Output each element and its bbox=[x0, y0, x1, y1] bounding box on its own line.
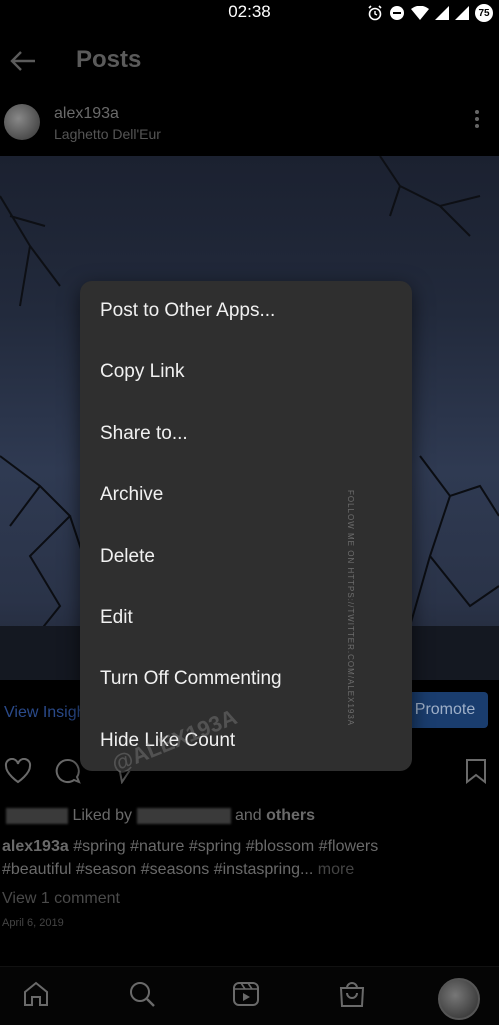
post-location[interactable]: Laghetto Dell'Eur bbox=[54, 126, 161, 142]
menu-turn-off-commenting[interactable]: Turn Off Commenting bbox=[100, 659, 400, 699]
reels-icon[interactable] bbox=[232, 980, 260, 1008]
wifi-icon bbox=[411, 6, 429, 20]
heart-icon[interactable] bbox=[4, 758, 32, 784]
caption-hashtags-2: #beautiful #season #seasons #instaspring… bbox=[2, 861, 314, 878]
caption-line-2: #beautiful #season #seasons #instaspring… bbox=[2, 861, 354, 879]
menu-share-to[interactable]: Share to... bbox=[100, 414, 400, 454]
status-icons: 75 bbox=[367, 3, 493, 23]
watermark-vertical: FOLLOW ME ON HTTPS://TWITTER.COM/ALEX193… bbox=[346, 490, 355, 727]
search-icon[interactable] bbox=[128, 980, 156, 1008]
status-bar: 02:38 75 bbox=[0, 0, 499, 26]
liked-by-others: others bbox=[266, 807, 316, 824]
battery-icon: 75 bbox=[475, 4, 493, 22]
blurred-avatars bbox=[6, 807, 68, 824]
promote-button[interactable]: Promote bbox=[402, 692, 488, 728]
back-arrow-icon[interactable] bbox=[8, 46, 38, 76]
menu-archive[interactable]: Archive bbox=[100, 475, 400, 515]
signal-icon bbox=[435, 6, 449, 20]
menu-delete[interactable]: Delete bbox=[100, 537, 400, 577]
page-title: Posts bbox=[76, 46, 142, 73]
liked-by-and: and bbox=[234, 807, 262, 824]
blurred-username bbox=[136, 807, 231, 824]
alarm-icon bbox=[368, 5, 382, 21]
menu-post-to-other-apps[interactable]: Post to Other Apps... bbox=[100, 291, 400, 331]
liked-by-text[interactable]: Liked by and others bbox=[6, 807, 315, 825]
menu-edit[interactable]: Edit bbox=[100, 598, 400, 638]
do-not-disturb-icon bbox=[390, 6, 404, 20]
post-username[interactable]: alex193a bbox=[54, 105, 119, 123]
post-options-menu: Post to Other Apps... Copy Link Share to… bbox=[80, 281, 412, 771]
caption-line-1: alex193a #spring #nature #spring #blosso… bbox=[2, 838, 378, 856]
more-options-icon[interactable] bbox=[470, 110, 484, 131]
avatar[interactable] bbox=[4, 104, 40, 140]
caption-hashtags-1: #spring #nature #spring #blossom #flower… bbox=[73, 838, 379, 855]
header bbox=[0, 26, 499, 98]
home-icon[interactable] bbox=[22, 980, 50, 1008]
caption-more-link[interactable]: more bbox=[318, 861, 354, 878]
comment-icon[interactable] bbox=[54, 758, 82, 784]
profile-avatar-tab[interactable] bbox=[438, 978, 480, 1020]
shop-icon[interactable] bbox=[338, 980, 366, 1008]
caption-username[interactable]: alex193a bbox=[2, 838, 69, 855]
view-comments-link[interactable]: View 1 comment bbox=[2, 890, 120, 908]
post-date: April 6, 2019 bbox=[2, 917, 64, 929]
signal-icon-2 bbox=[455, 6, 469, 20]
bookmark-icon[interactable] bbox=[464, 758, 488, 784]
liked-by-prefix: Liked by bbox=[72, 807, 133, 824]
menu-copy-link[interactable]: Copy Link bbox=[100, 352, 400, 392]
